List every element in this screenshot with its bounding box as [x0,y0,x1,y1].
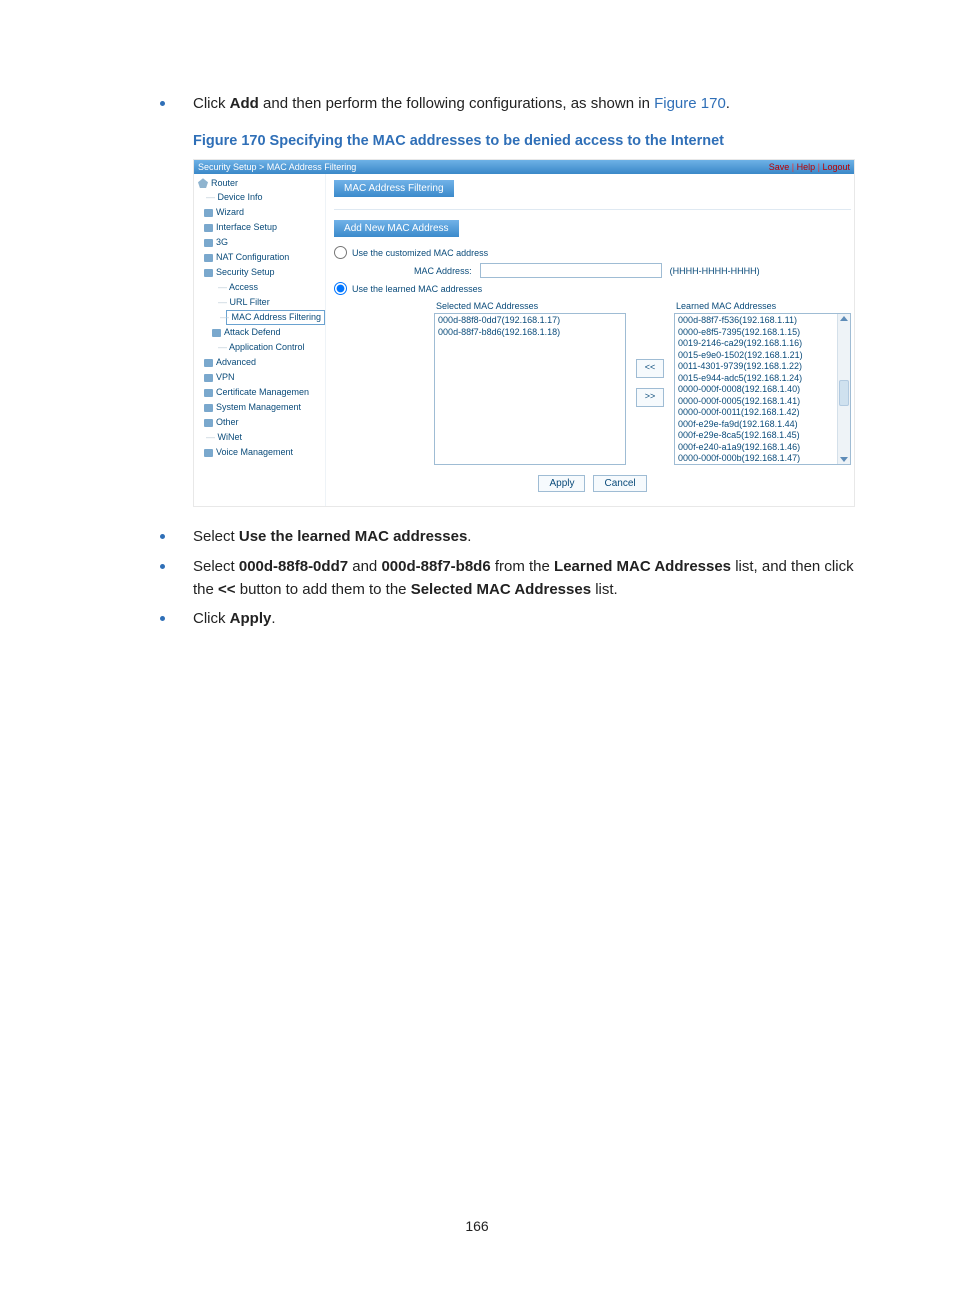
list-item[interactable]: 0000-000f-000b(192.168.1.47) [678,453,834,465]
intro-add: Add [230,95,259,112]
list-item[interactable]: 0019-2146-ca29(192.168.1.16) [678,338,834,350]
radio-customized-row[interactable]: Use the customized MAC address [334,246,851,259]
move-right-button[interactable]: >> [636,388,664,407]
mac-address-label: MAC Address: [414,266,472,276]
list-item[interactable]: 0015-e9e0-1502(192.168.1.21) [678,350,834,362]
figure-screenshot: Security Setup > MAC Address Filtering S… [193,159,855,507]
list-item[interactable]: 0000-000f-0011(192.168.1.42) [678,407,834,419]
list-item[interactable]: 000f-e29e-fa9d(192.168.1.44) [678,419,834,431]
scroll-down-icon[interactable] [840,457,848,462]
nav-item[interactable]: MAC Address Filtering [226,310,325,325]
selected-mac-listbox[interactable]: 000d-88f8-0dd7(192.168.1.17)000d-88f7-b8… [434,313,626,465]
intro-rest: and then perform the following configura… [259,95,654,112]
section-title: MAC Address Filtering [334,180,453,197]
nav-item[interactable]: Application Control [226,340,325,355]
nav-item[interactable]: Attack Defend [222,325,325,340]
learned-mac-listbox[interactable]: 000d-88f7-f536(192.168.1.11)0000-e8f5-73… [674,313,851,465]
step3-text: Click Apply. [193,607,276,630]
radio-learned-row[interactable]: Use the learned MAC addresses [334,282,851,295]
mac-address-row: MAC Address: (HHHH-HHHH-HHHH) [414,263,851,278]
intro-period: . [726,95,730,112]
bullet-icon [160,101,165,106]
router-icon [198,178,208,188]
list-item[interactable]: 000d-88f7-b8d6(192.168.1.18) [438,327,622,339]
nav-item[interactable]: Interface Setup [214,220,325,235]
page-number: 166 [0,1218,954,1234]
nav-item[interactable]: Advanced [214,355,325,370]
list-item[interactable]: 0000-e8f5-7395(192.168.1.15) [678,327,834,339]
radio-customized-label: Use the customized MAC address [352,248,488,258]
main-panel: MAC Address Filtering Add New MAC Addres… [326,174,859,506]
nav-item[interactable]: Wizard [214,205,325,220]
nav-root-label: Router [211,178,238,188]
help-link[interactable]: Help [797,162,816,172]
list-item[interactable]: 0011-4301-9739(192.168.1.22) [678,361,834,373]
nav-item[interactable]: System Management [214,400,325,415]
step1-text: Select Use the learned MAC addresses. [193,525,471,548]
list-item[interactable]: 0000-000f-0005(192.168.1.41) [678,396,834,408]
selected-list-label: Selected MAC Addresses [436,301,626,311]
list-item[interactable]: 0023-896f-09e4(192.168.1.48) [678,465,834,466]
list-item[interactable]: 000f-e29e-8ca5(192.168.1.45) [678,430,834,442]
nav-item[interactable]: Security Setup [214,265,325,280]
learned-list-scrollbar[interactable] [837,314,850,464]
nav-item[interactable]: Access [226,280,325,295]
nav-item[interactable]: Certificate Managemen [214,385,325,400]
radio-learned[interactable] [334,282,347,295]
nav-item[interactable]: VPN [214,370,325,385]
nav-item[interactable]: Device Info [214,190,325,205]
logout-link[interactable]: Logout [822,162,850,172]
breadcrumb: Security Setup > MAC Address Filtering [198,162,356,172]
add-mac-button[interactable]: Add New MAC Address [334,220,459,237]
nav-item[interactable]: WiNet [214,430,325,445]
apply-button[interactable]: Apply [538,475,585,492]
save-link[interactable]: Save [769,162,790,172]
list-item[interactable]: 000f-e240-a1a9(192.168.1.46) [678,442,834,454]
list-item[interactable]: 000d-88f8-0dd7(192.168.1.17) [438,315,622,327]
step2-text: Select 000d-88f8-0dd7 and 000d-88f7-b8d6… [193,555,859,602]
bullet-icon [160,534,165,539]
radio-learned-label: Use the learned MAC addresses [352,284,482,294]
figure-ref-link[interactable]: Figure 170 [654,95,726,112]
list-item[interactable]: 0000-000f-0008(192.168.1.40) [678,384,834,396]
bullet-icon [160,564,165,569]
radio-customized[interactable] [334,246,347,259]
nav-item[interactable]: URL Filter [226,295,325,310]
list-item[interactable]: 0015-e944-adc5(192.168.1.24) [678,373,834,385]
mac-address-hint: (HHHH-HHHH-HHHH) [670,266,760,276]
nav-tree: Router Device InfoWizardInterface Setup3… [194,174,326,506]
nav-item[interactable]: NAT Configuration [214,250,325,265]
learned-list-label: Learned MAC Addresses [676,301,851,311]
figure-caption: Figure 170 Specifying the MAC addresses … [193,133,859,149]
bullet-icon [160,616,165,621]
scroll-thumb[interactable] [839,380,849,406]
nav-root[interactable]: Router [198,178,325,188]
list-item[interactable]: 000d-88f7-f536(192.168.1.11) [678,315,834,327]
mac-address-input[interactable] [480,263,662,278]
intro-prefix: Click [193,95,230,112]
nav-item[interactable]: 3G [214,235,325,250]
cancel-button[interactable]: Cancel [593,475,646,492]
nav-item[interactable]: Other [214,415,325,430]
scroll-up-icon[interactable] [840,316,848,321]
nav-item[interactable]: Voice Management [214,445,325,460]
intro-line: Click Add and then perform the following… [193,92,730,115]
top-links: Save | Help | Logout [769,162,850,172]
move-left-button[interactable]: << [636,359,664,378]
